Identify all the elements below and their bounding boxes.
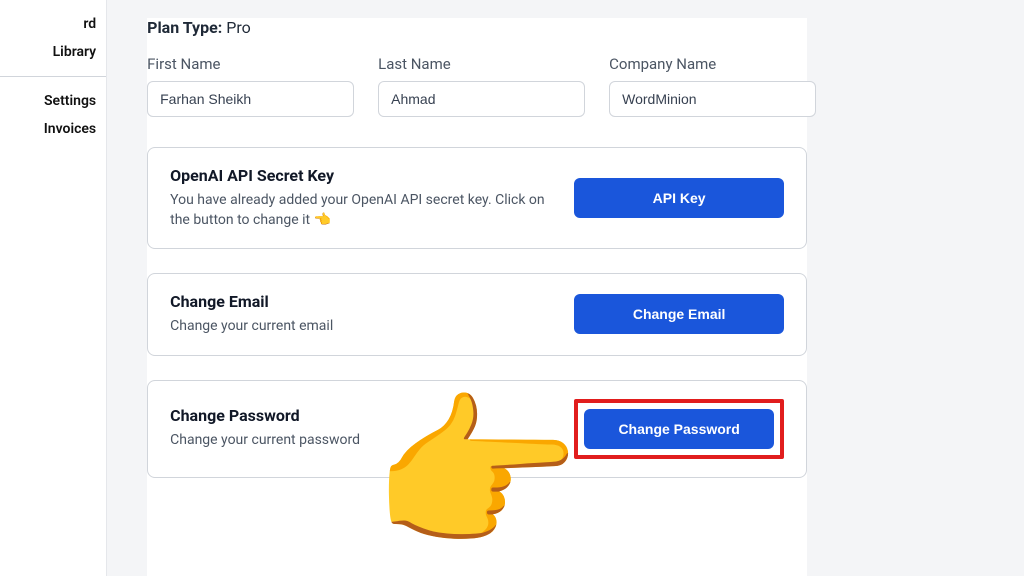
field-last-name: Last Name xyxy=(378,55,585,117)
content-wrap: Plan Type: Pro First Name Last Name Comp… xyxy=(107,0,847,576)
field-first-name: First Name xyxy=(147,55,354,117)
change-email-desc: Change your current email xyxy=(170,317,554,337)
field-company-name: Company Name xyxy=(609,55,816,117)
change-password-title: Change Password xyxy=(170,406,554,425)
first-name-input[interactable] xyxy=(147,81,354,117)
change-email-button[interactable]: Change Email xyxy=(574,294,784,334)
sidebar-item-library[interactable]: Library xyxy=(0,38,106,66)
point-left-icon: 👈 xyxy=(314,212,331,228)
first-name-label: First Name xyxy=(147,55,354,73)
card-api-key: OpenAI API Secret Key You have already a… xyxy=(147,147,807,249)
right-gap xyxy=(847,0,1024,576)
change-password-button[interactable]: Change Password xyxy=(584,409,774,449)
api-key-button[interactable]: API Key xyxy=(574,178,784,218)
company-name-label: Company Name xyxy=(609,55,816,73)
profile-fields: First Name Last Name Company Name xyxy=(147,55,807,117)
highlight-box: Change Password xyxy=(574,399,784,459)
plan-type-label: Plan Type: xyxy=(147,18,222,37)
change-password-desc: Change your current password xyxy=(170,431,554,451)
company-name-input[interactable] xyxy=(609,81,816,117)
sidebar-divider xyxy=(0,76,106,77)
api-key-desc: You have already added your OpenAI API s… xyxy=(170,191,554,230)
sidebar: rd Library Settings Invoices xyxy=(0,0,107,576)
sidebar-item-invoices[interactable]: Invoices xyxy=(0,115,106,143)
last-name-label: Last Name xyxy=(378,55,585,73)
sidebar-item-settings[interactable]: Settings xyxy=(0,87,106,115)
api-key-title: OpenAI API Secret Key xyxy=(170,166,554,185)
last-name-input[interactable] xyxy=(378,81,585,117)
content: Plan Type: Pro First Name Last Name Comp… xyxy=(147,18,807,576)
change-email-title: Change Email xyxy=(170,292,554,311)
sidebar-item-rd[interactable]: rd xyxy=(0,10,106,38)
api-key-desc-text: You have already added your OpenAI API s… xyxy=(170,192,545,228)
plan-type-value: Pro xyxy=(226,18,250,37)
card-change-password: Change Password Change your current pass… xyxy=(147,380,807,478)
card-change-email: Change Email Change your current email C… xyxy=(147,273,807,356)
plan-type-row: Plan Type: Pro xyxy=(147,18,807,37)
